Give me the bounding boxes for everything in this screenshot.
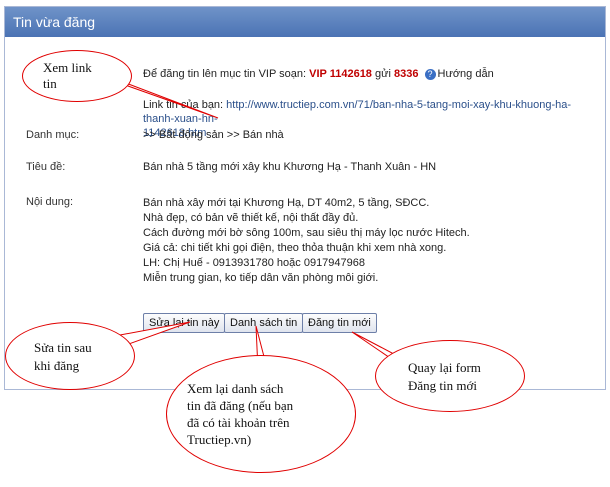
callout-text: Xem lại danh sách (187, 381, 284, 396)
callout-text: Tructiep.vn) (187, 432, 252, 447)
view-link-pointer (117, 79, 219, 119)
callout-text: Quay lại form (408, 360, 481, 375)
callout-text: Đăng tin mới (408, 378, 477, 393)
callout-text: tin (43, 76, 57, 91)
callout-view-link: Xem link tin (22, 50, 132, 102)
callout-edit: Sửa tin sau khi đăng (5, 322, 135, 390)
callout-text: đã có tài khoản trên (187, 415, 290, 430)
callout-new: Quay lại form Đăng tin mới (375, 340, 525, 412)
callout-text: khi đăng (34, 358, 80, 373)
callout-text: Sửa tin sau (34, 340, 92, 355)
callout-text: Xem link (43, 60, 92, 75)
callout-list: Xem lại danh sách tin đã đăng (nếu bạn đ… (166, 355, 356, 473)
callout-text: tin đã đăng (nếu bạn (187, 398, 294, 413)
